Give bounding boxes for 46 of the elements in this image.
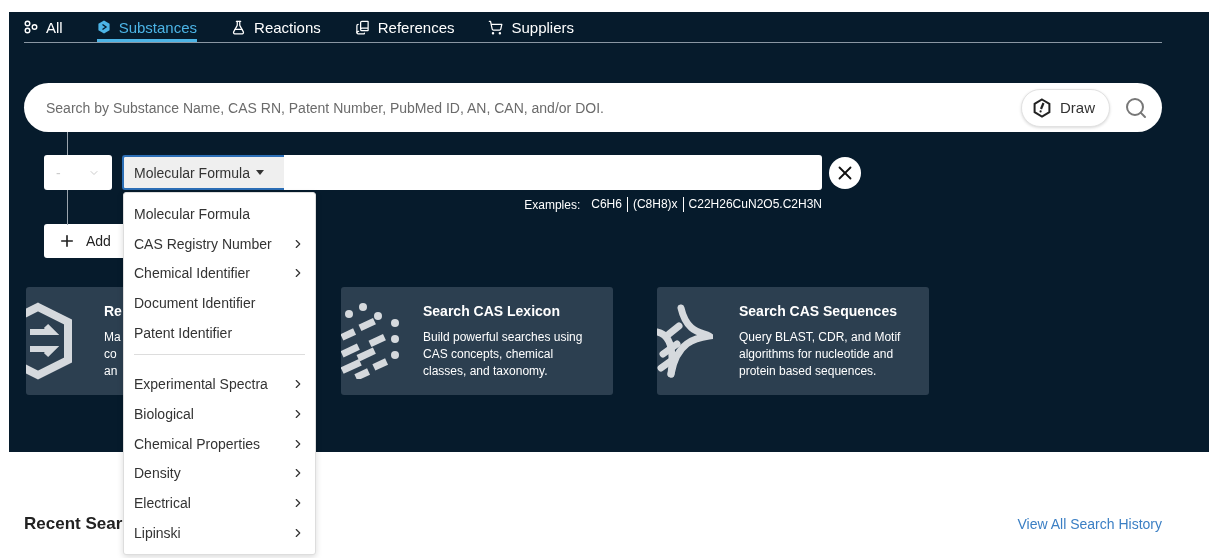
card-description: classes, and taxonomy. <box>423 363 549 380</box>
caret-icon <box>255 170 264 175</box>
draw-button[interactable]: Draw <box>1021 88 1110 127</box>
menu-item[interactable]: Document Identifier <box>124 288 315 318</box>
feature-card[interactable]: Search CAS Sequences Query BLAST, CDR, and Motif algorithms for nucleotide and protein based sequences. <box>657 287 929 395</box>
example-link[interactable]: C6H6 <box>586 197 627 212</box>
card-description: an <box>104 363 119 380</box>
nav-tab[interactable]: Reactions <box>231 12 321 42</box>
close-button[interactable] <box>829 156 861 189</box>
card-title: Search CAS Sequences <box>739 303 898 319</box>
card-description: protein based sequences. <box>739 363 878 380</box>
feature-card[interactable]: Search CAS Lexicon Build powerful searches using CAS concepts, chemical classes, and taxonomy. <box>341 287 613 395</box>
flask-icon <box>231 19 247 35</box>
card-title: Re <box>104 303 122 319</box>
card-description: Ma <box>104 329 122 346</box>
plus-icon <box>58 232 76 250</box>
menu-item[interactable]: Biological <box>124 399 315 429</box>
nav-tab[interactable]: Substances <box>96 12 198 42</box>
card-description: CAS concepts, chemical <box>423 346 555 363</box>
book-icon <box>354 19 370 35</box>
card-title: Search CAS Lexicon <box>423 303 561 319</box>
hexagon-icon <box>96 20 111 34</box>
menu-item[interactable]: Patent Identifier <box>124 317 315 348</box>
card-description: Build powerful searches using <box>423 329 583 346</box>
nav-tab[interactable]: All <box>24 12 63 42</box>
card-description: Query BLAST, CDR, and Motif <box>739 329 901 346</box>
field-dropdown[interactable]: Molecular Formula <box>122 155 284 190</box>
section-heading: Recent Sear <box>24 514 123 534</box>
example-link[interactable]: C22H26CuN2O5.C2H3N <box>682 197 822 212</box>
menu-item[interactable]: Experimental Spectra <box>124 369 315 400</box>
formula-input[interactable] <box>284 155 822 190</box>
history-link[interactable]: View All Search History <box>1017 516 1162 532</box>
card-description: co <box>104 346 118 363</box>
menu-item[interactable]: Density <box>124 458 315 489</box>
search-field[interactable]: Search by Substance Name, CAS RN, Patent Number, PubMed ID, AN, CAN, and/or DOI. Draw <box>24 83 1162 132</box>
example-link[interactable]: (C8H8)x <box>626 197 683 212</box>
card-description: algorithms for nucleotide and <box>739 346 895 363</box>
menu-item[interactable]: Lipinski <box>124 517 315 548</box>
menu-item[interactable]: Chemical Identifier <box>124 258 315 289</box>
circles-icon <box>24 20 38 34</box>
nav-tab[interactable]: Suppliers <box>488 12 575 42</box>
cart-icon <box>488 19 504 35</box>
menu-item[interactable]: Chemical Properties <box>124 428 315 459</box>
examples-label: Examples: <box>524 197 581 212</box>
nav-tab[interactable]: References <box>354 12 455 42</box>
menu-item[interactable]: Electrical <box>124 488 315 518</box>
